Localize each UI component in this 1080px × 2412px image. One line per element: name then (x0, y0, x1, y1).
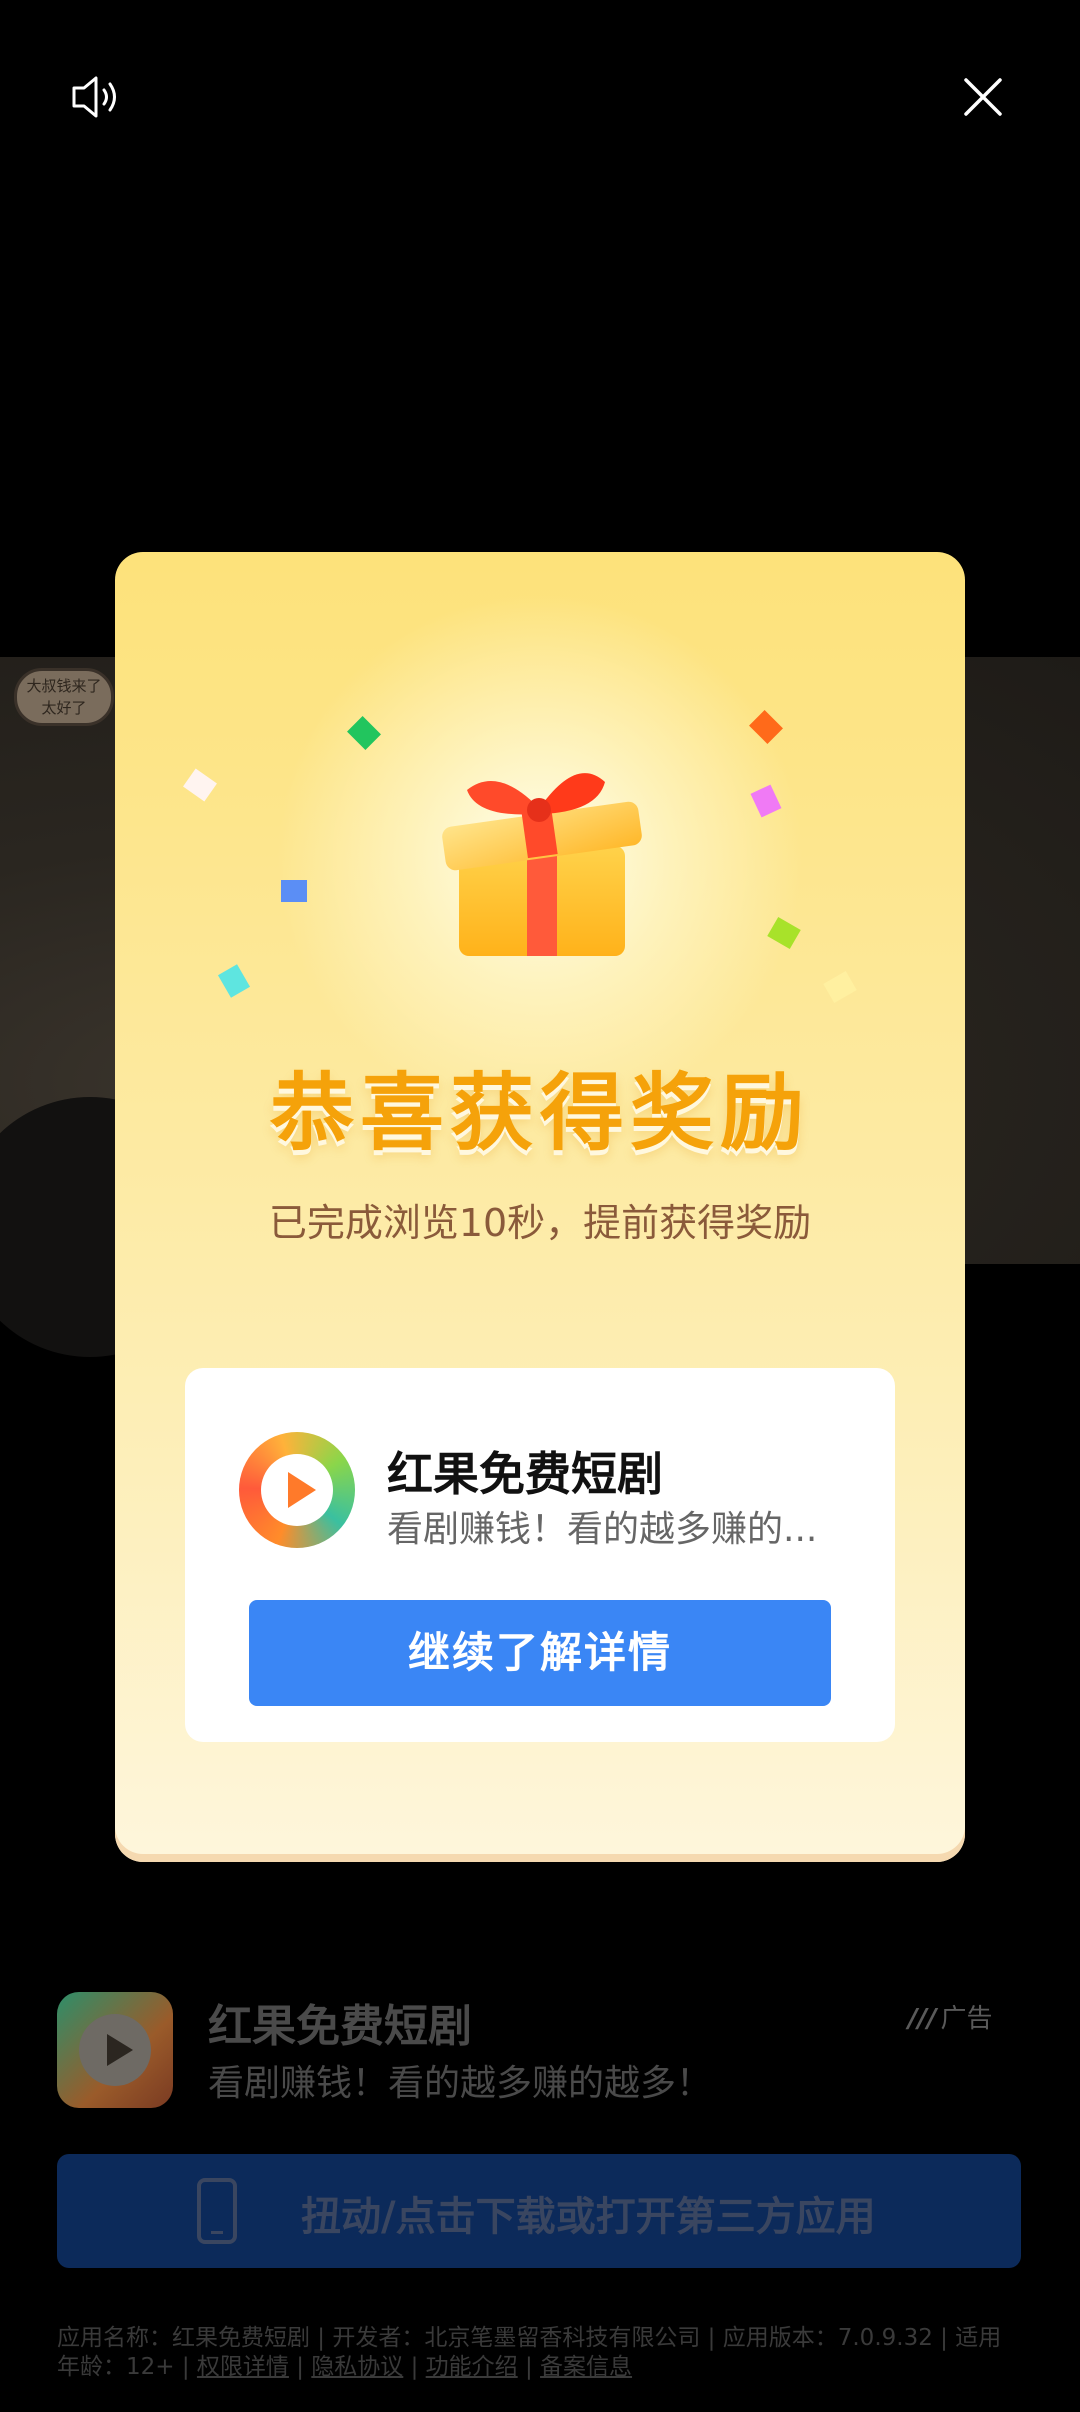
permission-link[interactable]: 权限详情 (197, 2354, 289, 2380)
ad-info-age: 年龄：12+ | (57, 2354, 197, 2380)
confetti-icon (823, 970, 857, 1004)
filing-link[interactable]: 备案信息 (540, 2354, 632, 2380)
reward-modal: 恭喜获得奖励 已完成浏览10秒，提前获得奖励 红果免费短剧 看剧赚钱！看的越多赚… (115, 552, 965, 1862)
confetti-icon (281, 880, 307, 902)
ad-info-line: 应用名称：红果免费短剧 | 开发者：北京笔墨留香科技有限公司 | 应用版本：7.… (57, 2325, 1002, 2351)
play-icon (261, 1454, 333, 1526)
download-button-label: 扭动/点击下载或打开第三方应用 (301, 2194, 876, 2240)
features-link[interactable]: 功能介绍 (426, 2354, 518, 2380)
ad-logo-icon: /// (908, 2004, 937, 2034)
sound-icon[interactable] (66, 72, 126, 122)
gift-icon (442, 773, 642, 956)
video-sticker: 大叔钱来了 太好了 (14, 668, 114, 726)
ad-info-line-2: 年龄：12+ | 权限详情 | 隐私协议 | 功能介绍 | 备案信息 (57, 2354, 633, 2380)
app-icon (239, 1432, 355, 1548)
app-card[interactable]: 红果免费短剧 看剧赚钱！看的越多赚的... 继续了解详情 (185, 1368, 895, 1742)
ad-app-info: 应用名称：红果免费短剧 | 开发者：北京笔墨留香科技有限公司 | 应用版本：7.… (57, 2324, 1021, 2382)
close-icon[interactable] (958, 72, 1008, 122)
app-name: 红果免费短剧 (387, 1447, 663, 1501)
ad-app-name: 红果免费短剧 (208, 2001, 472, 2052)
learn-more-button[interactable]: 继续了解详情 (249, 1600, 831, 1706)
ad-app-desc: 看剧赚钱！看的越多赚的越多！ (208, 2063, 713, 2104)
ad-badge: ///广告 (908, 1998, 993, 2035)
confetti-icon (217, 964, 251, 998)
ad-app-icon[interactable] (57, 1992, 173, 2108)
reward-ad-screen: 大叔钱来了 太好了 红果免费短剧 看剧赚钱！看的越多赚的越多！ ///广告 扭动… (0, 0, 1080, 2412)
phone-icon (197, 2178, 237, 2244)
download-button[interactable]: 扭动/点击下载或打开第三方应用 (57, 2154, 1021, 2268)
confetti-icon (183, 768, 217, 802)
app-description: 看剧赚钱！看的越多赚的... (387, 1509, 818, 1550)
privacy-link[interactable]: 隐私协议 (311, 2354, 403, 2380)
ad-badge-label: 广告 (940, 2004, 993, 2034)
reward-subtitle: 已完成浏览10秒，提前获得奖励 (268, 1201, 812, 1245)
play-icon (79, 2014, 151, 2086)
reward-title: 恭喜获得奖励 (269, 1064, 810, 1162)
